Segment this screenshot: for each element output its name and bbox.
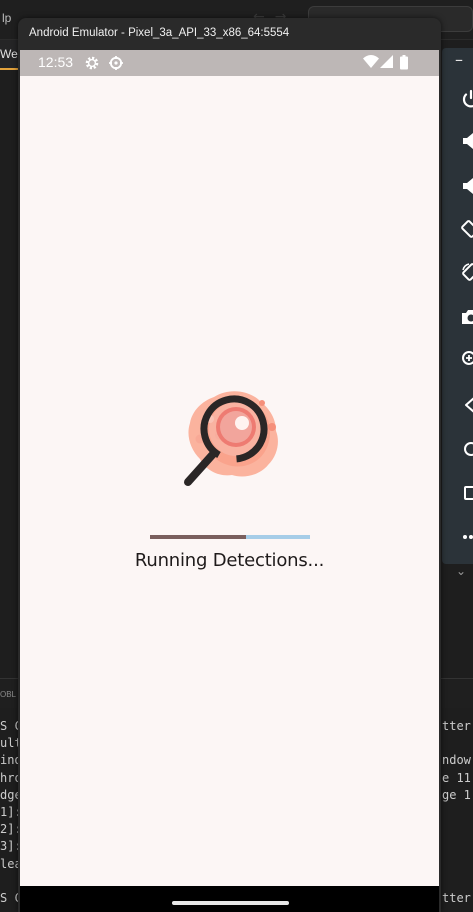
terminal-line: ind (0, 753, 20, 768)
app-content: Running Detections... (20, 76, 439, 886)
back-icon[interactable] (460, 394, 473, 416)
terminal-line: S C (0, 890, 20, 905)
terminal-line: ndow (442, 753, 471, 768)
power-icon[interactable] (460, 88, 473, 110)
app-logo-magnifier-icon (184, 391, 278, 486)
more-icon[interactable] (460, 526, 473, 548)
chevron-down-icon[interactable]: ⌄ (456, 564, 466, 578)
minimize-button[interactable]: – (455, 50, 463, 69)
volume-up-icon[interactable] (460, 130, 473, 152)
home-icon[interactable] (460, 438, 473, 460)
ide-panel-tab-label[interactable]: OBL (0, 690, 16, 699)
terminal-line: 2]: (0, 822, 20, 837)
terminal-line: S C (0, 719, 20, 733)
status-time: 12:53 (38, 54, 74, 70)
ide-menu-fragment[interactable]: lp (2, 11, 11, 25)
device-screen: 12:53 Running Detections... (20, 50, 439, 912)
emulator-toolbar: – (442, 48, 473, 564)
terminal-output-left: S C ult ind hro dge 1]: 2]: 3]: lea S C (0, 718, 20, 907)
terminal-line: lea (0, 856, 20, 871)
emulator-window: Android Emulator - Pixel_3a_API_33_x86_6… (18, 18, 441, 912)
terminal-output-right: tter ndow e 11 ge 1 tter (442, 718, 473, 907)
navigation-bar (20, 886, 439, 912)
camera-icon[interactable] (460, 306, 473, 328)
status-bar: 12:53 (20, 50, 439, 76)
rotate-left-icon[interactable] (460, 218, 473, 240)
progress-fill (150, 535, 246, 539)
terminal-line: hro (0, 770, 20, 785)
settings-gear-icon (85, 56, 99, 70)
terminal-line: ge 1 (442, 787, 471, 802)
ide-editor-tab-label: We (0, 47, 18, 61)
ide-editor-area (0, 72, 20, 682)
battery-icon (400, 55, 408, 70)
ide-right-area: ⌄ (442, 564, 473, 678)
sync-icon (109, 56, 123, 70)
loading-progress-bar (150, 535, 310, 539)
signal-icon (380, 55, 393, 68)
terminal-line: tter (442, 719, 471, 733)
zoom-icon[interactable] (460, 349, 473, 371)
rotate-right-icon[interactable] (460, 261, 473, 283)
terminal-line: dge (0, 787, 20, 802)
window-title: Android Emulator - Pixel_3a_API_33_x86_6… (29, 27, 290, 39)
overview-icon[interactable] (460, 482, 473, 504)
terminal-line: 3]: (0, 839, 20, 854)
wifi-icon (363, 55, 379, 68)
home-gesture-handle[interactable] (172, 901, 289, 905)
terminal-line: ult (0, 736, 20, 751)
terminal-line: tter (442, 890, 471, 905)
terminal-line: 1]: (0, 804, 20, 819)
terminal-line: e 11 (442, 770, 471, 785)
volume-down-icon[interactable] (460, 175, 473, 197)
loading-status-text: Running Detections... (134, 550, 325, 571)
